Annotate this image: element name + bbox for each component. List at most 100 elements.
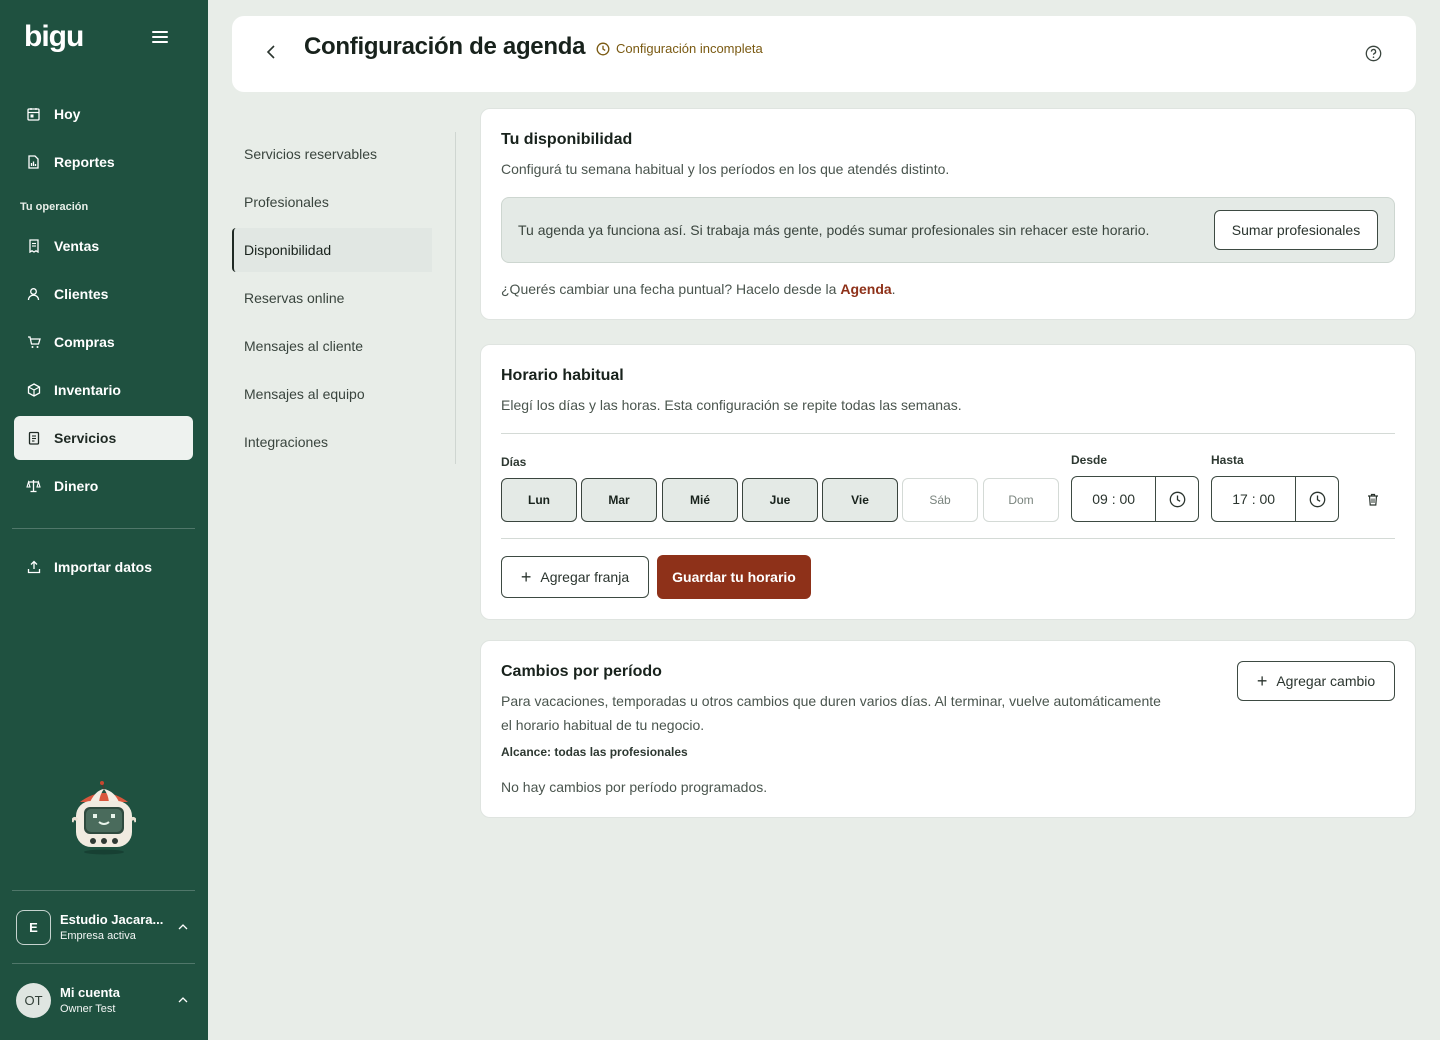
- note-suffix: .: [891, 281, 896, 297]
- config-subnav: Servicios reservables Profesionales Disp…: [232, 132, 456, 464]
- empty-state: No hay cambios por período programados.: [501, 779, 768, 795]
- card-title: Horario habitual: [501, 367, 624, 384]
- clock-icon[interactable]: [1155, 477, 1198, 521]
- info-box: Tu agenda ya funciona así. Si trabaja má…: [501, 197, 1395, 263]
- day-toggle-vie[interactable]: Vie: [822, 478, 898, 522]
- nav-label: Importar datos: [54, 559, 153, 575]
- divider: [501, 433, 1395, 434]
- chevron-up-icon: [178, 921, 188, 933]
- from-time-value: 09 : 00: [1092, 491, 1136, 507]
- subnav-disponibilidad[interactable]: Disponibilidad: [232, 228, 432, 272]
- add-change-button[interactable]: + Agregar cambio: [1237, 661, 1395, 701]
- business-status: Empresa activa: [60, 930, 136, 942]
- nav-label: Hoy: [54, 106, 81, 122]
- page-header: Configuración de agenda Configuración in…: [232, 16, 1416, 92]
- nav-item-clientes[interactable]: Clientes: [14, 272, 193, 316]
- divider: [501, 538, 1395, 539]
- day-toggle-dom[interactable]: Dom: [983, 478, 1059, 522]
- calendar-icon: [26, 107, 41, 122]
- save-schedule-button[interactable]: Guardar tu horario: [657, 555, 811, 599]
- day-toggle-lun[interactable]: Lun: [501, 478, 577, 522]
- divider: [12, 890, 195, 891]
- info-text: Tu agenda ya funciona así. Si trabaja má…: [518, 222, 1150, 238]
- menu-toggle-icon[interactable]: [152, 31, 168, 47]
- user-menu[interactable]: OT Mi cuenta Owner Test: [16, 980, 196, 1020]
- nav-label: Ventas: [54, 238, 100, 254]
- from-time-input[interactable]: 09 : 00: [1071, 476, 1199, 522]
- card-title: Cambios por período: [501, 663, 662, 680]
- nav-item-ventas[interactable]: Ventas: [14, 224, 193, 268]
- day-toggle-mie[interactable]: Mié: [662, 478, 738, 522]
- period-changes-card: Cambios por período Para vacaciones, tem…: [480, 640, 1416, 818]
- nav-item-hoy[interactable]: Hoy: [14, 92, 193, 136]
- user-icon: [26, 287, 41, 302]
- divider: [12, 528, 195, 529]
- business-switcher[interactable]: E Estudio Jacara... Empresa activa: [16, 907, 196, 947]
- clock-icon[interactable]: [1295, 477, 1338, 521]
- nav-label: Inventario: [54, 382, 121, 398]
- card-description: Para vacaciones, temporadas u otros camb…: [501, 693, 1161, 709]
- subnav-profesionales[interactable]: Profesionales: [232, 180, 432, 224]
- user-avatar: OT: [16, 982, 51, 1018]
- app-logo[interactable]: bigu: [24, 20, 84, 54]
- to-time-input[interactable]: 17 : 00: [1211, 476, 1339, 522]
- nav-item-compras[interactable]: Compras: [14, 320, 193, 364]
- business-avatar: E: [16, 909, 51, 945]
- note-text: ¿Querés cambiar una fecha puntual? Hacel…: [501, 281, 841, 297]
- card-description: Elegí los días y las horas. Esta configu…: [501, 397, 962, 413]
- clock-icon: [596, 42, 610, 55]
- nav-item-importar[interactable]: Importar datos: [14, 545, 193, 589]
- cart-icon: [26, 335, 41, 350]
- subnav-mensajes-cliente[interactable]: Mensajes al cliente: [232, 324, 432, 368]
- schedule-card: Horario habitual Elegí los días y las ho…: [480, 344, 1416, 620]
- subnav-integraciones[interactable]: Integraciones: [232, 420, 432, 464]
- agenda-link[interactable]: Agenda: [840, 281, 891, 297]
- clipboard-icon: [26, 431, 41, 446]
- sidebar: bigu Hoy Reportes Tu operación Ventas Cl…: [0, 0, 208, 1040]
- back-chevron-icon[interactable]: [266, 44, 278, 62]
- user-role: Owner Test: [60, 1003, 116, 1015]
- box-icon: [26, 383, 41, 398]
- nav-label: Dinero: [54, 478, 99, 494]
- nav-label: Compras: [54, 334, 115, 350]
- agenda-note: ¿Querés cambiar una fecha puntual? Hacel…: [501, 277, 896, 301]
- nav-item-reportes[interactable]: Reportes: [14, 140, 193, 184]
- nav-label: Reportes: [54, 154, 115, 170]
- add-professionals-button[interactable]: Sumar profesionales: [1214, 210, 1378, 250]
- subnav-reservas-online[interactable]: Reservas online: [232, 276, 432, 320]
- subnav-servicios-reservables[interactable]: Servicios reservables: [232, 132, 432, 176]
- day-toggle-jue[interactable]: Jue: [742, 478, 818, 522]
- add-change-label: Agregar cambio: [1276, 673, 1376, 689]
- report-icon: [26, 155, 41, 170]
- to-label: Hasta: [1211, 453, 1244, 467]
- nav-label: Servicios: [54, 430, 117, 446]
- day-toggle-sab[interactable]: Sáb: [902, 478, 978, 522]
- subnav-mensajes-equipo[interactable]: Mensajes al equipo: [232, 372, 432, 416]
- add-slot-button[interactable]: + Agregar franja: [501, 556, 649, 598]
- scale-icon: [26, 479, 41, 494]
- chevron-up-icon: [178, 994, 188, 1006]
- section-label: Tu operación: [20, 201, 89, 213]
- plus-icon: +: [520, 567, 532, 587]
- card-description: Configurá tu semana habitual y los perío…: [501, 161, 950, 177]
- nav-item-inventario[interactable]: Inventario: [14, 368, 193, 412]
- availability-card: Tu disponibilidad Configurá tu semana ha…: [480, 108, 1416, 320]
- user-name: Mi cuenta: [60, 985, 120, 1000]
- business-name: Estudio Jacara...: [60, 912, 164, 927]
- mascot-illustration: [70, 780, 138, 856]
- status-text: Configuración incompleta: [616, 41, 763, 56]
- help-icon[interactable]: [1365, 45, 1382, 62]
- card-description: el horario habitual de tu negocio.: [501, 717, 705, 733]
- card-title: Tu disponibilidad: [501, 131, 633, 148]
- trash-icon[interactable]: [1367, 493, 1379, 506]
- nav-item-servicios[interactable]: Servicios: [14, 416, 193, 460]
- from-label: Desde: [1071, 453, 1108, 467]
- plus-icon: +: [1256, 671, 1268, 691]
- nav-label: Clientes: [54, 286, 109, 302]
- page-title: Configuración de agenda: [304, 33, 586, 60]
- to-time-value: 17 : 00: [1232, 491, 1276, 507]
- divider: [12, 963, 195, 964]
- nav-item-dinero[interactable]: Dinero: [14, 464, 193, 508]
- day-toggle-mar[interactable]: Mar: [581, 478, 657, 522]
- days-label: Días: [501, 455, 527, 469]
